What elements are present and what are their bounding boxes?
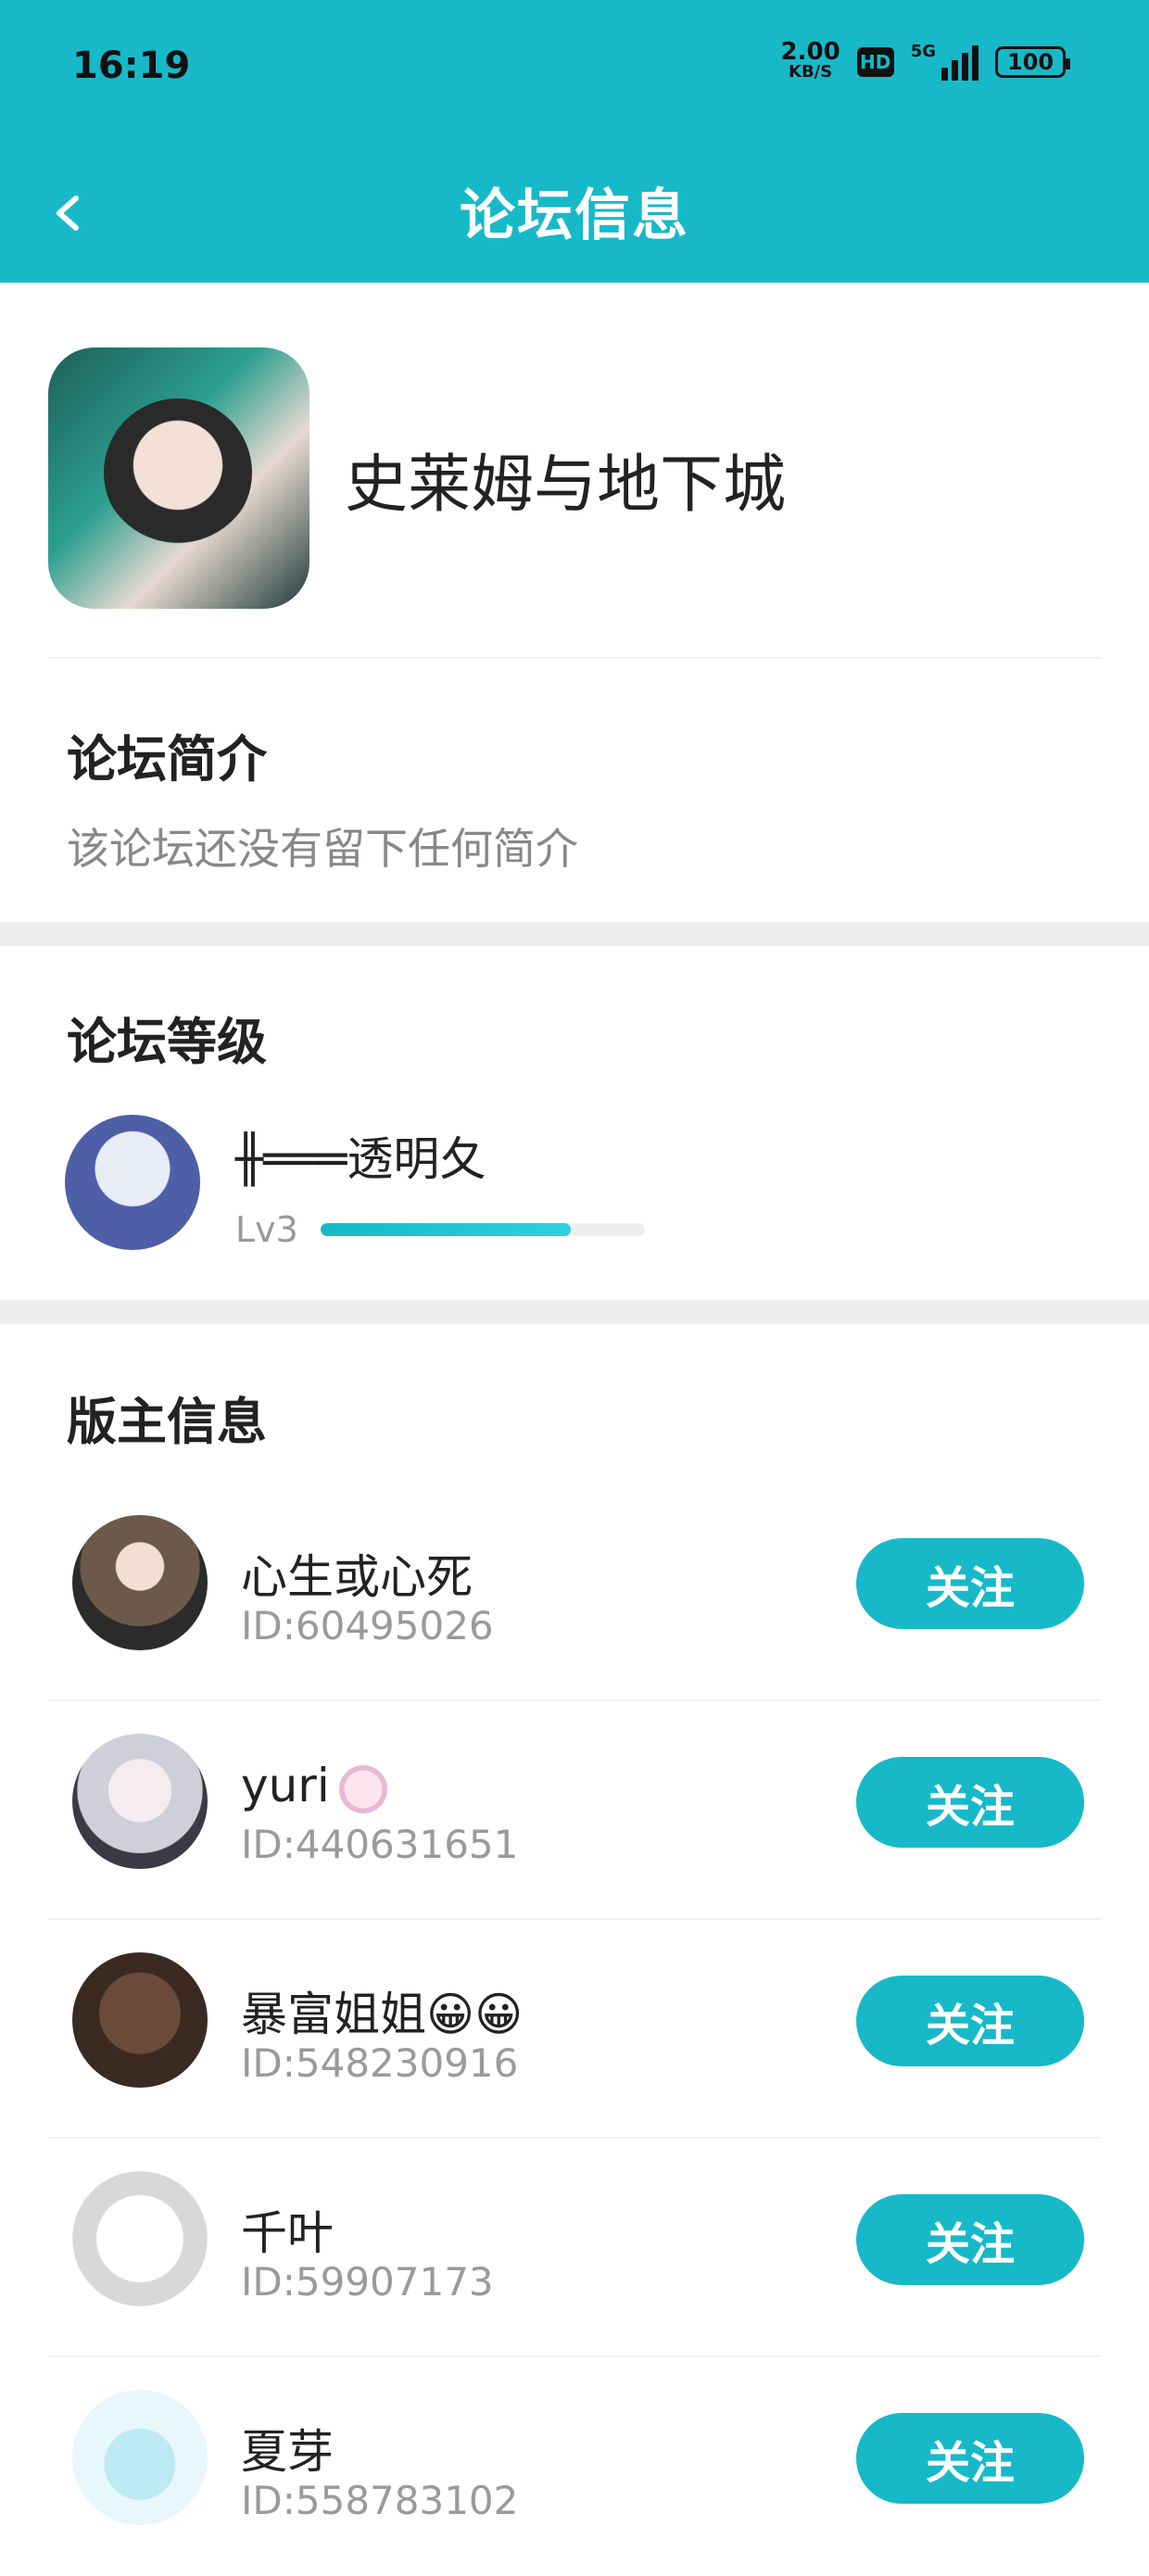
avatar — [72, 2171, 208, 2306]
follow-button[interactable]: 关注 — [856, 2194, 1084, 2285]
list-item[interactable]: 暴富姐姐😀😀 ID:548230916 关注 — [0, 1920, 1149, 2139]
moderator-id: ID:440631651 — [241, 1822, 519, 1867]
battery-icon: 100 — [995, 46, 1070, 78]
status-bar: 16:19 2.00 KB/S HD 5G 100 — [0, 0, 1149, 139]
section-divider — [0, 922, 1149, 946]
moderator-name: 夏芽 — [241, 2425, 334, 2479]
moderator-name-wrap: yuri — [241, 1759, 387, 1813]
moderator-list: 心生或心死 ID:60495026 关注 yuri ID:440631651 关… — [0, 1483, 1149, 2576]
level-info: ╫═══透明夂 Lv3 — [235, 1122, 645, 1250]
intro-text: 该论坛还没有留下任何简介 — [67, 824, 578, 874]
forum-avatar — [48, 347, 309, 609]
level-label: Lv3 — [235, 1209, 298, 1250]
forum-header: 史莱姆与地下城 — [48, 347, 786, 609]
level-progress-bar — [321, 1223, 645, 1236]
divider — [48, 657, 1101, 659]
list-item[interactable]: yuri ID:440631651 关注 — [0, 1701, 1149, 1920]
level-progress-fill — [321, 1223, 571, 1236]
moderator-name: yuri — [241, 1759, 330, 1812]
section-divider — [0, 1300, 1149, 1324]
intro-section-title: 论坛简介 — [67, 730, 267, 789]
page-title: 论坛信息 — [460, 183, 689, 248]
back-button[interactable] — [50, 195, 87, 232]
avatar — [72, 1515, 208, 1650]
list-item[interactable]: 千叶 ID:59907173 关注 — [0, 2139, 1149, 2357]
follow-button[interactable]: 关注 — [856, 2413, 1084, 2504]
moderator-name: 千叶 — [241, 2206, 334, 2260]
level-section-title: 论坛等级 — [67, 1013, 267, 1071]
chevron-left-icon — [57, 196, 79, 231]
level-bar-row: Lv3 — [235, 1209, 645, 1250]
level-row[interactable]: ╫═══透明夂 Lv3 — [65, 1115, 645, 1250]
network-speed: 2.00 KB/S — [780, 38, 840, 82]
network-type: 5G — [910, 42, 936, 61]
avatar — [72, 2390, 208, 2525]
follow-button[interactable]: 关注 — [856, 1538, 1084, 1629]
avatar — [65, 1115, 200, 1250]
status-indicators: 2.00 KB/S HD 5G 100 — [780, 38, 1070, 82]
moderator-id: ID:548230916 — [241, 2040, 519, 2086]
signal-icon: 5G — [911, 44, 979, 81]
list-item[interactable]: 心生或心死 ID:60495026 关注 — [0, 1483, 1149, 1701]
app-bar: 论坛信息 — [0, 139, 1149, 283]
moderators-section-title: 版主信息 — [67, 1393, 267, 1451]
status-time: 16:19 — [72, 44, 191, 87]
moderator-name: 心生或心死 — [241, 1550, 473, 1604]
hd-icon: HD — [856, 47, 894, 77]
avatar — [72, 1734, 208, 1869]
follow-button[interactable]: 关注 — [856, 1976, 1084, 2066]
user-name: ╫═══透明夂 — [235, 1132, 486, 1186]
list-item[interactable]: 夏芽 ID:558783102 关注 — [0, 2357, 1149, 2576]
moderator-name: 暴富姐姐😀😀 — [241, 1988, 524, 2041]
sticker-icon — [338, 1764, 387, 1813]
follow-button[interactable]: 关注 — [856, 1757, 1084, 1848]
moderator-id: ID:558783102 — [241, 2478, 519, 2523]
network-speed-value: 2.00 — [780, 38, 840, 66]
moderator-id: ID:59907173 — [241, 2259, 494, 2305]
forum-name: 史莱姆与地下城 — [345, 448, 787, 522]
network-speed-unit: KB/S — [789, 62, 833, 82]
avatar — [72, 1952, 208, 2088]
moderator-id: ID:60495026 — [241, 1603, 494, 1648]
battery-level: 100 — [1006, 49, 1054, 75]
